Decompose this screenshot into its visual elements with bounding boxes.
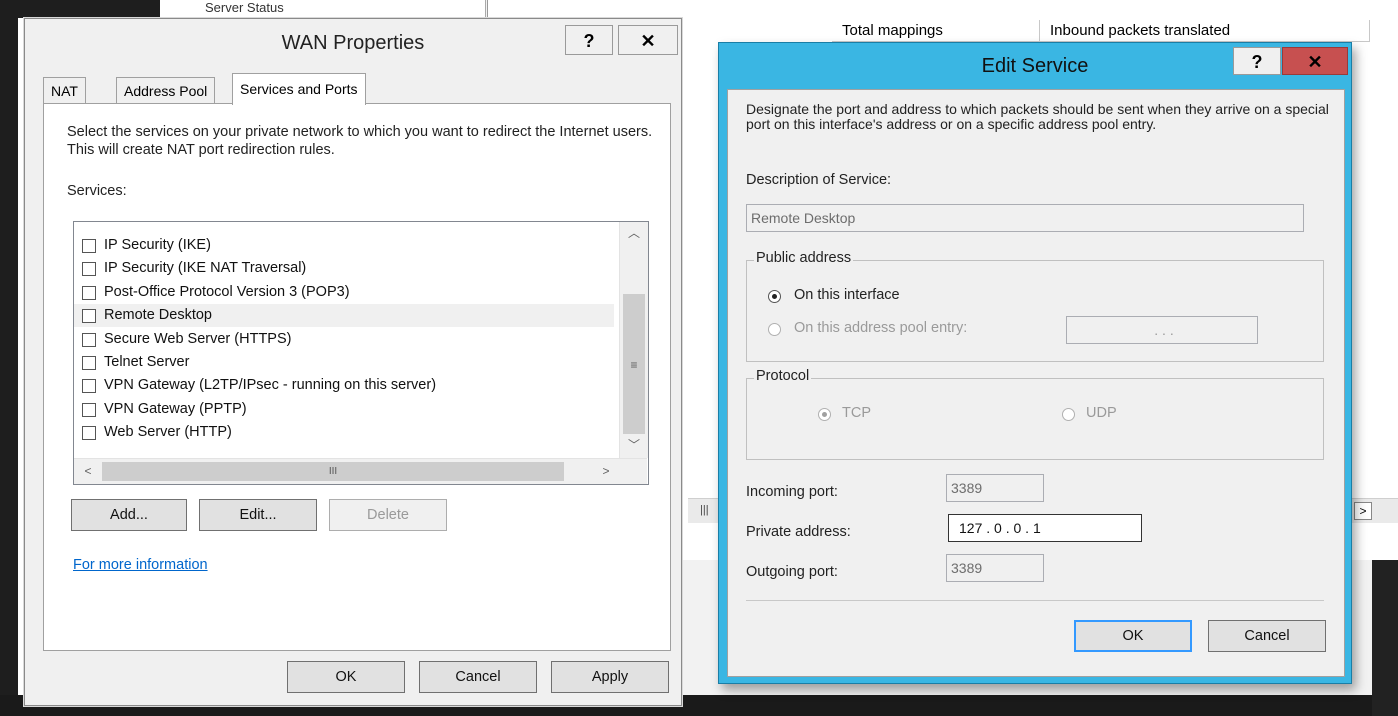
scroll-down-arrow-icon[interactable]: ﹀ [620,434,648,456]
window-frame-dark [0,0,160,18]
service-label: Secure Web Server (HTTPS) [104,330,292,347]
service-checkbox[interactable] [82,356,96,370]
desktop-edge [1372,560,1398,716]
service-label: IP Security (IKE) [104,237,211,253]
tree-item-server-status[interactable]: Server Status [205,0,405,14]
service-checkbox[interactable] [82,309,96,324]
edit-service-button[interactable]: Edit... [199,499,317,531]
list-item[interactable]: Remote Desktop [74,304,614,328]
add-service-button[interactable]: Add... [71,499,187,531]
on-address-pool-radio[interactable] [768,323,781,336]
udp-label: UDP [1086,405,1117,421]
service-checkbox[interactable] [82,262,96,277]
outgoing-port-label: Outgoing port: [746,564,838,580]
more-info-link[interactable]: For more information [73,557,208,573]
private-address-field[interactable]: 127 . 0 . 0 . 1 [948,514,1142,542]
help-button[interactable]: ? [1233,47,1281,75]
delete-service-button[interactable]: Delete [329,499,447,531]
service-checkbox[interactable] [82,379,96,394]
list-item[interactable]: Web Server (HTTP) [74,421,614,444]
edit-service-dialog: Edit Service ? ✕ Designate the port and … [718,42,1352,684]
services-listbox[interactable]: IP Security (IKE) IP Security (IKE NAT Tr… [73,221,649,485]
close-button[interactable]: ✕ [1282,47,1348,75]
private-address-label: Private address: [746,524,851,540]
column-header-total-mappings[interactable]: Total mappings [832,20,1040,42]
description-of-service-field[interactable]: Remote Desktop [746,204,1304,232]
list-item[interactable]: Post-Office Protocol Version 3 (POP3) [74,281,614,304]
tab-address-pool[interactable]: Address Pool [116,77,216,103]
scroll-right-arrow-icon[interactable]: > [592,460,620,482]
public-address-label: Public address [754,250,854,266]
service-label: VPN Gateway (PPTP) [104,400,247,417]
protocol-label: Protocol [754,368,812,384]
service-label: VPN Gateway (L2TP/IPsec - running on thi… [104,377,437,394]
list-item[interactable]: Telnet Server [74,351,614,374]
on-this-interface-label: On this interface [794,287,900,303]
tab-nat[interactable]: NAT [43,77,86,103]
tcp-radio[interactable] [818,408,831,421]
service-checkbox[interactable] [82,239,96,253]
description-of-service-label: Description of Service: [746,172,892,188]
tcp-label: TCP [842,405,871,421]
vertical-scrollbar[interactable]: ︿ ≡ ﹀ [619,222,648,458]
scroll-right-arrow-icon[interactable]: > [1354,502,1372,520]
help-button[interactable]: ? [565,25,613,55]
outgoing-port-field[interactable]: 3389 [946,554,1044,582]
apply-button[interactable]: Apply [551,661,669,693]
ok-button[interactable]: OK [287,661,405,693]
horizontal-scrollbar[interactable]: < III > [74,458,647,484]
list-item[interactable]: Secure Web Server (HTTPS) [74,328,614,351]
service-label: IP Security (IKE NAT Traversal) [104,260,307,277]
edit-description: Designate the port and address to which … [746,101,1329,132]
on-address-pool-label: On this address pool entry: [794,320,968,336]
separator [746,600,1324,601]
udp-radio[interactable] [1062,408,1075,421]
list-item[interactable]: IP Security (IKE NAT Traversal) [74,257,614,280]
scroll-grip-icon: ≡ [630,358,638,372]
public-address-group [746,260,1324,362]
list-item[interactable]: VPN Gateway (L2TP/IPsec - running on thi… [74,374,614,397]
edit-service-body: Designate the port and address to which … [727,89,1345,677]
tab-services-and-ports[interactable]: Services and Ports [232,73,366,105]
services-description: Select the services on your private netw… [67,124,653,158]
window-frame-left [0,0,18,716]
close-button[interactable]: ✕ [618,25,678,55]
list-item[interactable]: VPN Gateway (PPTP) [74,398,614,421]
services-label: Services: [67,183,127,199]
cancel-button[interactable]: Cancel [1208,620,1326,652]
pool-ip-address-field[interactable]: . . . [1066,316,1258,344]
scroll-left-arrow-icon[interactable]: < [74,460,102,482]
service-checkbox[interactable] [82,426,96,441]
scroll-thumb-grip-icon: ||| [700,504,709,516]
service-label: Telnet Server [104,354,190,370]
service-label: Post-Office Protocol Version 3 (POP3) [104,283,350,300]
column-header-inbound-packets[interactable]: Inbound packets translated [1040,20,1370,42]
service-checkbox[interactable] [82,285,96,300]
scroll-up-arrow-icon[interactable]: ︿ [620,222,648,244]
ok-button[interactable]: OK [1074,620,1192,652]
service-label: Web Server (HTTP) [104,424,232,441]
service-checkbox[interactable] [82,402,96,417]
protocol-group [746,378,1324,460]
incoming-port-label: Incoming port: [746,484,838,500]
service-checkbox[interactable] [82,332,96,347]
horizontal-scroll-thumb[interactable]: III [102,462,564,481]
incoming-port-field[interactable]: 3389 [946,474,1044,502]
list-item[interactable]: IP Security (IKE) [74,234,614,257]
wan-properties-dialog: WAN Properties ? ✕ NAT Address Pool Serv… [24,18,682,706]
cancel-button[interactable]: Cancel [419,661,537,693]
service-label: Remote Desktop [104,307,212,324]
on-this-interface-radio[interactable] [768,290,781,303]
